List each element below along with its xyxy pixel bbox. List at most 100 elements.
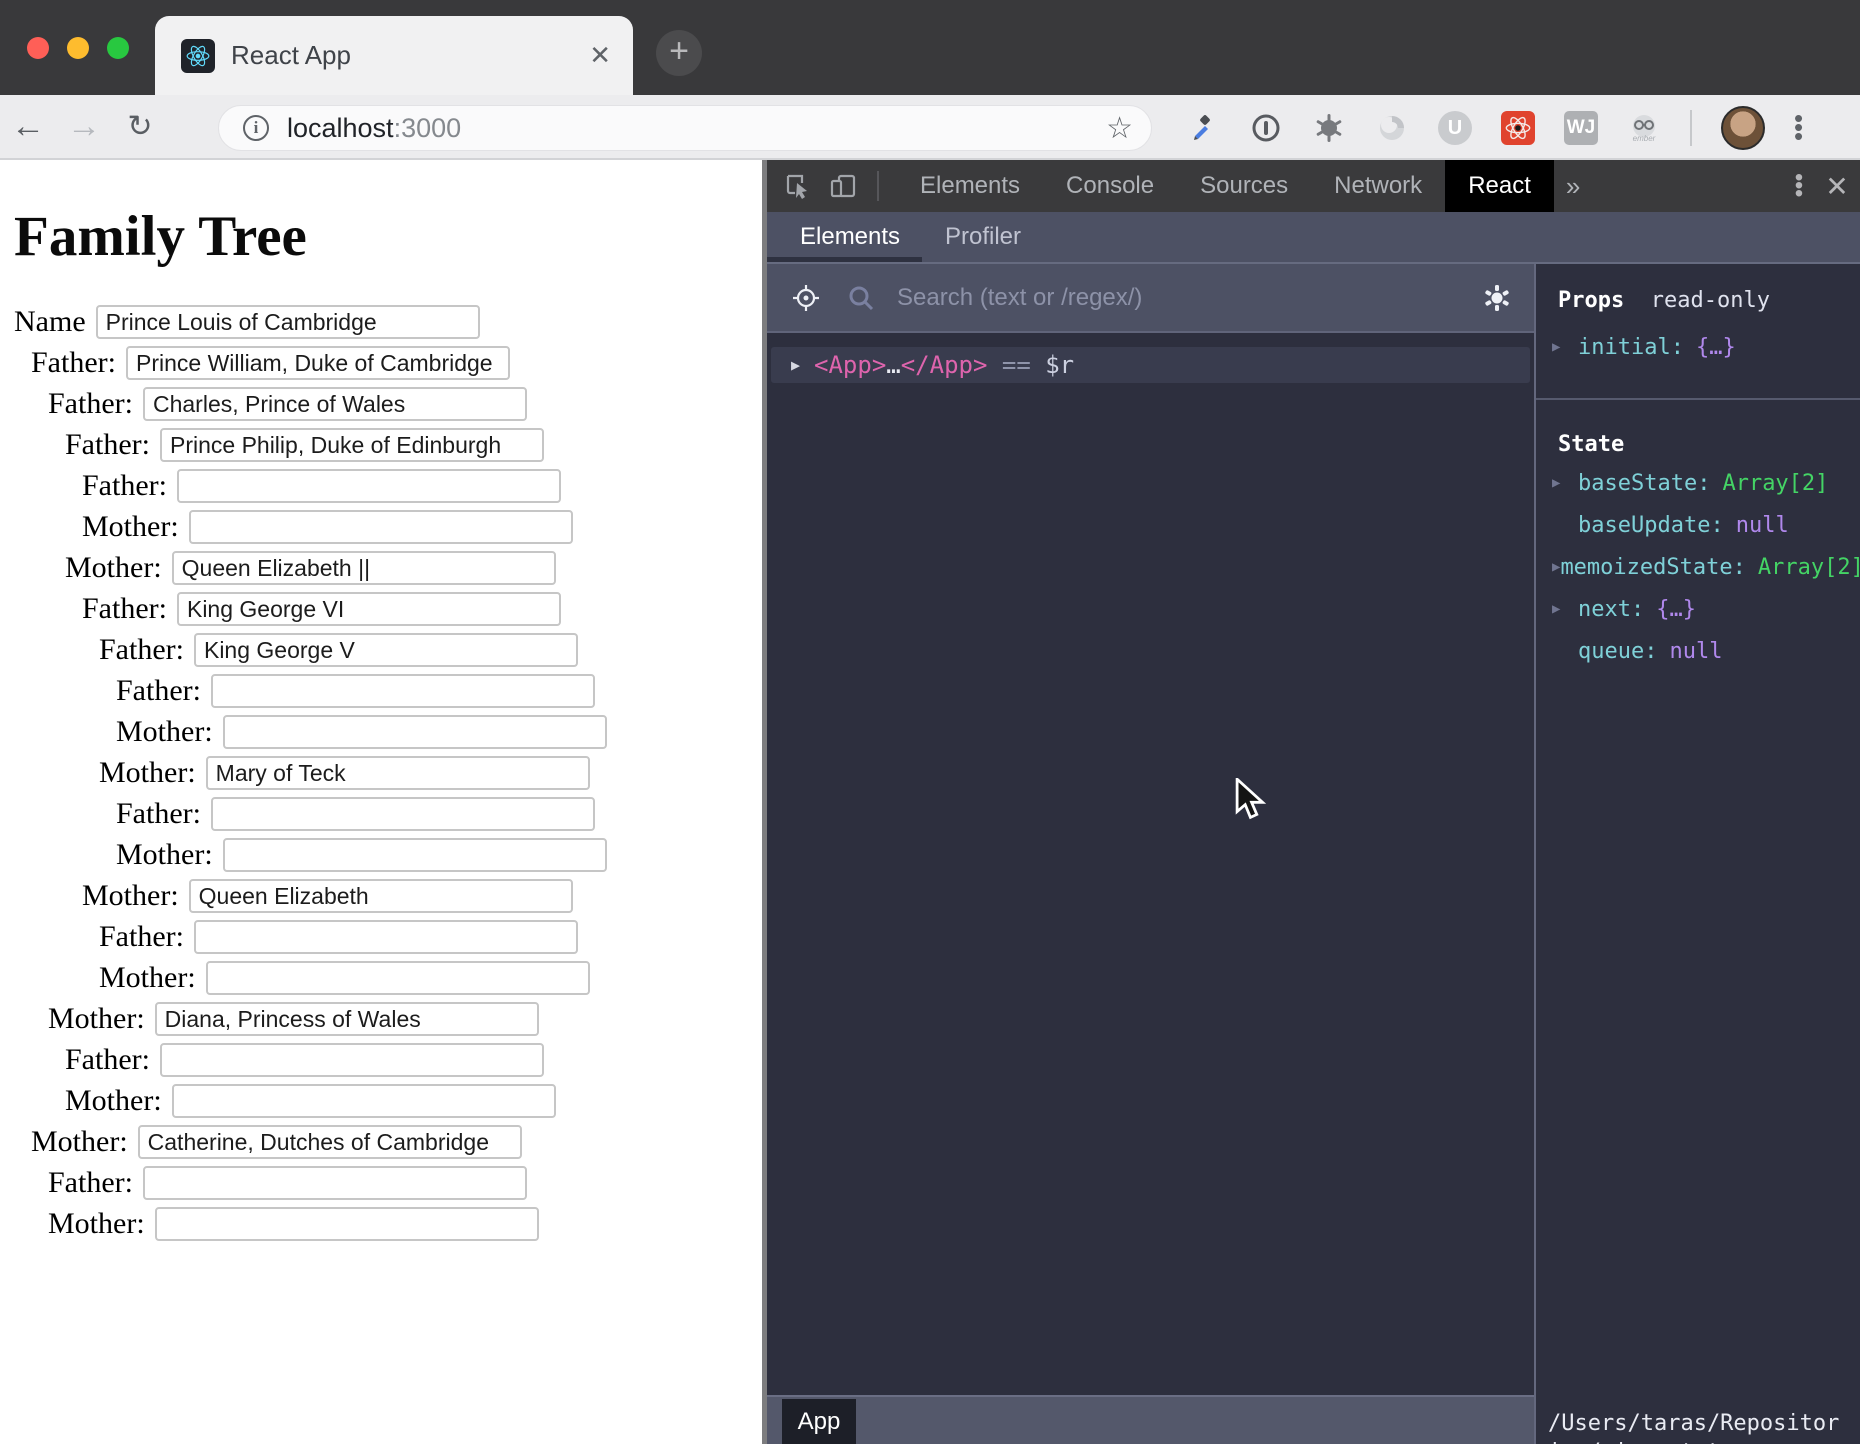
person-input[interactable]	[194, 920, 578, 954]
person-label: Mother:	[82, 879, 179, 913]
person-input[interactable]	[223, 715, 607, 749]
back-button[interactable]: ←	[0, 107, 56, 146]
u-extension-icon[interactable]: U	[1438, 111, 1472, 145]
prop-row-queue[interactable]: ▶queue:null	[1536, 630, 1860, 672]
person-input[interactable]	[223, 838, 607, 872]
person-input[interactable]	[138, 1125, 522, 1159]
prop-value: null	[1736, 513, 1789, 538]
react-devtools-extension-icon[interactable]	[1501, 111, 1535, 145]
expand-triangle-icon[interactable]: ▶	[1552, 339, 1578, 355]
prop-row-initial[interactable]: ▶initial:{…}	[1536, 326, 1860, 368]
person-label: Mother:	[99, 961, 196, 995]
expand-triangle-icon[interactable]: ▶	[791, 356, 800, 374]
person-label: Father:	[116, 674, 201, 708]
devtools-tab-network[interactable]: Network	[1311, 160, 1445, 212]
person-input[interactable]	[211, 797, 595, 831]
search-input[interactable]	[897, 284, 1464, 312]
window-minimize-button[interactable]	[67, 37, 89, 59]
devtools-close-icon[interactable]: ✕	[1814, 170, 1860, 203]
person-label: Mother:	[116, 715, 213, 749]
source-path-line: ies/microstates-use-	[1548, 1438, 1860, 1444]
expand-triangle-icon[interactable]: ▶	[1552, 601, 1578, 617]
onepassword-extension-icon[interactable]	[1249, 111, 1283, 145]
person-input[interactable]	[143, 387, 527, 421]
person-label: Mother:	[82, 510, 179, 544]
devtools-tab-sources[interactable]: Sources	[1177, 160, 1311, 212]
person-input[interactable]	[189, 510, 573, 544]
person-input[interactable]	[143, 1166, 527, 1200]
prop-key: memoizedState:	[1560, 555, 1745, 580]
person-input[interactable]	[206, 756, 590, 790]
person-label: Father:	[99, 920, 184, 954]
person-input[interactable]	[211, 674, 595, 708]
settings-gear-icon[interactable]	[1482, 283, 1512, 313]
person-input[interactable]	[96, 305, 480, 339]
person-label: Mother:	[48, 1207, 145, 1241]
tree-row: Father:	[82, 469, 762, 503]
prop-value: Array[2]	[1758, 555, 1860, 580]
subtab-profiler[interactable]: Profiler	[945, 212, 1021, 262]
prop-row-next[interactable]: ▶next:{…}	[1536, 588, 1860, 630]
source-path[interactable]: /Users/taras/Repositories/microstates-us…	[1548, 1409, 1860, 1444]
bookmark-star-icon[interactable]: ☆	[1106, 111, 1133, 146]
person-label: Mother:	[65, 1084, 162, 1118]
more-tabs-icon[interactable]: »	[1554, 171, 1592, 202]
person-input[interactable]	[155, 1207, 539, 1241]
browser-tab[interactable]: React App ✕	[155, 16, 633, 95]
tree-row: Father:	[82, 592, 762, 626]
expand-triangle-icon[interactable]: ▶	[1552, 475, 1578, 491]
window-zoom-button[interactable]	[107, 37, 129, 59]
react-search-bar	[767, 264, 1534, 333]
address-bar[interactable]: i localhost :3000 ☆	[218, 105, 1152, 151]
tab-close-icon[interactable]: ✕	[589, 40, 611, 71]
wj-extension-icon[interactable]: WJ	[1564, 111, 1598, 145]
component-tree-row-app[interactable]: ▶ <App>…</App> == $r	[771, 347, 1530, 383]
active-subtab-underline	[767, 257, 922, 262]
toolbar-separator	[1690, 110, 1692, 146]
person-input[interactable]	[177, 469, 561, 503]
person-input[interactable]	[194, 633, 578, 667]
browser-menu-icon[interactable]: •••	[1794, 114, 1803, 141]
prop-row-baseState[interactable]: ▶baseState:Array[2]	[1536, 462, 1860, 504]
select-element-target-icon[interactable]	[791, 283, 821, 313]
dollar-r: $r	[1045, 351, 1074, 379]
devtools-menu-icon[interactable]: •••	[1784, 174, 1814, 198]
window-close-button[interactable]	[27, 37, 49, 59]
forward-button[interactable]: →	[56, 107, 112, 146]
eyedropper-extension-icon[interactable]	[1186, 111, 1220, 145]
prop-row-baseUpdate[interactable]: ▶baseUpdate:null	[1536, 504, 1860, 546]
person-input[interactable]	[160, 1043, 544, 1077]
person-input[interactable]	[206, 961, 590, 995]
profile-avatar[interactable]	[1721, 106, 1765, 150]
gear-extension-icon[interactable]	[1312, 111, 1346, 145]
tree-row: Father:	[99, 920, 762, 954]
tree-row: Father:	[99, 633, 762, 667]
person-input[interactable]	[126, 346, 510, 380]
devtools-tab-react[interactable]: React	[1445, 160, 1554, 212]
person-label: Mother:	[31, 1125, 128, 1159]
tree-row: Mother:	[48, 1207, 762, 1241]
swirl-extension-icon[interactable]	[1375, 111, 1409, 145]
prop-row-memoizedState[interactable]: ▶memoizedState: Array[2]	[1536, 546, 1860, 588]
device-toolbar-icon[interactable]	[829, 172, 857, 200]
devtools-tab-elements[interactable]: Elements	[897, 160, 1043, 212]
page-info-icon[interactable]: i	[243, 115, 269, 141]
devtools-tab-console[interactable]: Console	[1043, 160, 1177, 212]
new-tab-button[interactable]: +	[656, 30, 702, 76]
prop-key: queue:	[1578, 639, 1657, 664]
inspect-element-icon[interactable]	[785, 173, 811, 199]
person-input[interactable]	[160, 428, 544, 462]
prop-value: null	[1669, 639, 1722, 664]
reload-button[interactable]: ↻	[112, 109, 168, 144]
person-input[interactable]	[172, 551, 556, 585]
person-input[interactable]	[177, 592, 561, 626]
breadcrumb-app[interactable]: App	[782, 1399, 856, 1444]
ember-inspector-extension-icon[interactable]: ember	[1627, 111, 1661, 145]
subtab-elements[interactable]: Elements	[800, 212, 900, 262]
person-input[interactable]	[189, 879, 573, 913]
person-input[interactable]	[155, 1002, 539, 1036]
browser-toolbar: ← → ↻ i localhost :3000 ☆	[0, 95, 1860, 160]
person-input[interactable]	[172, 1084, 556, 1118]
expand-triangle-icon[interactable]: ▶	[1552, 559, 1560, 575]
component-tree-pane: ▶ <App>…</App> == $r	[767, 333, 1534, 1444]
